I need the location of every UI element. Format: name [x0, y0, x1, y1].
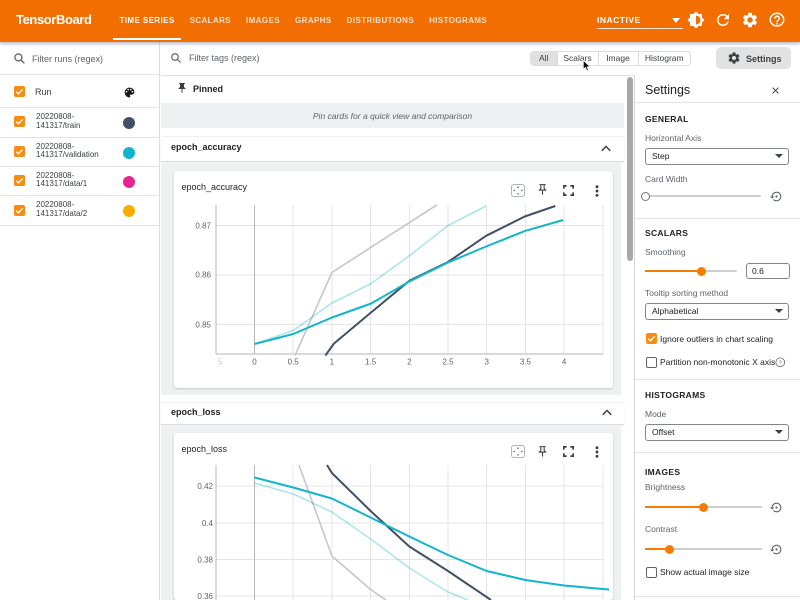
svg-text:2.5: 2.5 [442, 357, 454, 366]
svg-text:0.87: 0.87 [195, 221, 211, 230]
svg-text:3.5: 3.5 [520, 357, 532, 366]
svg-text:0.38: 0.38 [197, 556, 213, 565]
svg-text:0.85: 0.85 [195, 320, 211, 329]
svg-text:3: 3 [484, 357, 489, 366]
svg-text:1.5: 1.5 [365, 357, 377, 366]
svg-text:?: ? [778, 360, 781, 366]
svg-text:0.42: 0.42 [197, 482, 213, 491]
svg-text:0.36: 0.36 [197, 592, 213, 600]
svg-text:0.5: 0.5 [288, 357, 300, 366]
svg-text:5: 5 [218, 357, 223, 366]
svg-text:4: 4 [562, 357, 567, 366]
svg-text:2: 2 [407, 357, 412, 366]
svg-text:0.86: 0.86 [195, 270, 211, 279]
svg-text:0: 0 [252, 357, 257, 366]
svg-text:1: 1 [330, 357, 335, 366]
svg-text:0.4: 0.4 [202, 519, 214, 528]
